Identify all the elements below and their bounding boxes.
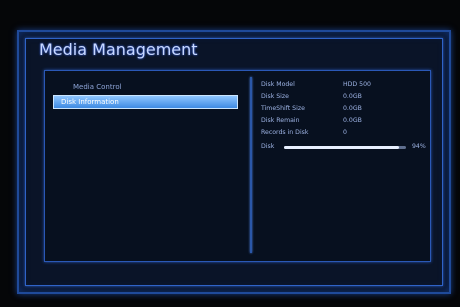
menu-item-disk-information[interactable]: Disk Information bbox=[53, 95, 238, 109]
info-row: Disk Remain 0.0GB bbox=[255, 117, 425, 129]
info-value: 0.0GB bbox=[343, 105, 362, 112]
info-label: Disk Remain bbox=[261, 117, 300, 124]
disk-usage-row: Disk 94% bbox=[255, 143, 426, 155]
info-value: 0.0GB bbox=[343, 93, 362, 100]
info-row: Records in Disk 0 bbox=[255, 129, 425, 141]
page-title: Media Management bbox=[39, 40, 198, 59]
disk-usage-bar bbox=[284, 146, 406, 149]
disk-usage-fill bbox=[284, 146, 399, 149]
disk-usage-percent: 94% bbox=[412, 143, 426, 150]
panel-divider bbox=[250, 77, 252, 253]
disk-label: Disk bbox=[261, 143, 275, 150]
info-label: Disk Model bbox=[261, 81, 295, 88]
info-row: Disk Size 0.0GB bbox=[255, 93, 425, 105]
menu-item-media-control[interactable]: Media Control bbox=[53, 81, 238, 93]
info-label: Records in Disk bbox=[261, 129, 309, 136]
menu-list: Media Control Disk Information bbox=[53, 81, 238, 111]
info-value: HDD 500 bbox=[343, 81, 371, 88]
disk-info-panel: Disk Model HDD 500 Disk Size 0.0GB TimeS… bbox=[255, 81, 426, 155]
content-panel: Media Control Disk Information Disk Mode… bbox=[44, 70, 431, 262]
info-value: 0 bbox=[343, 129, 347, 136]
info-row: Disk Model HDD 500 bbox=[255, 81, 425, 93]
media-management-screen: Media Management Media Control Disk Info… bbox=[17, 30, 451, 294]
info-value: 0.0GB bbox=[343, 117, 362, 124]
info-row: TimeShift Size 0.0GB bbox=[255, 105, 425, 117]
info-label: Disk Size bbox=[261, 93, 289, 100]
info-label: TimeShift Size bbox=[261, 105, 305, 112]
